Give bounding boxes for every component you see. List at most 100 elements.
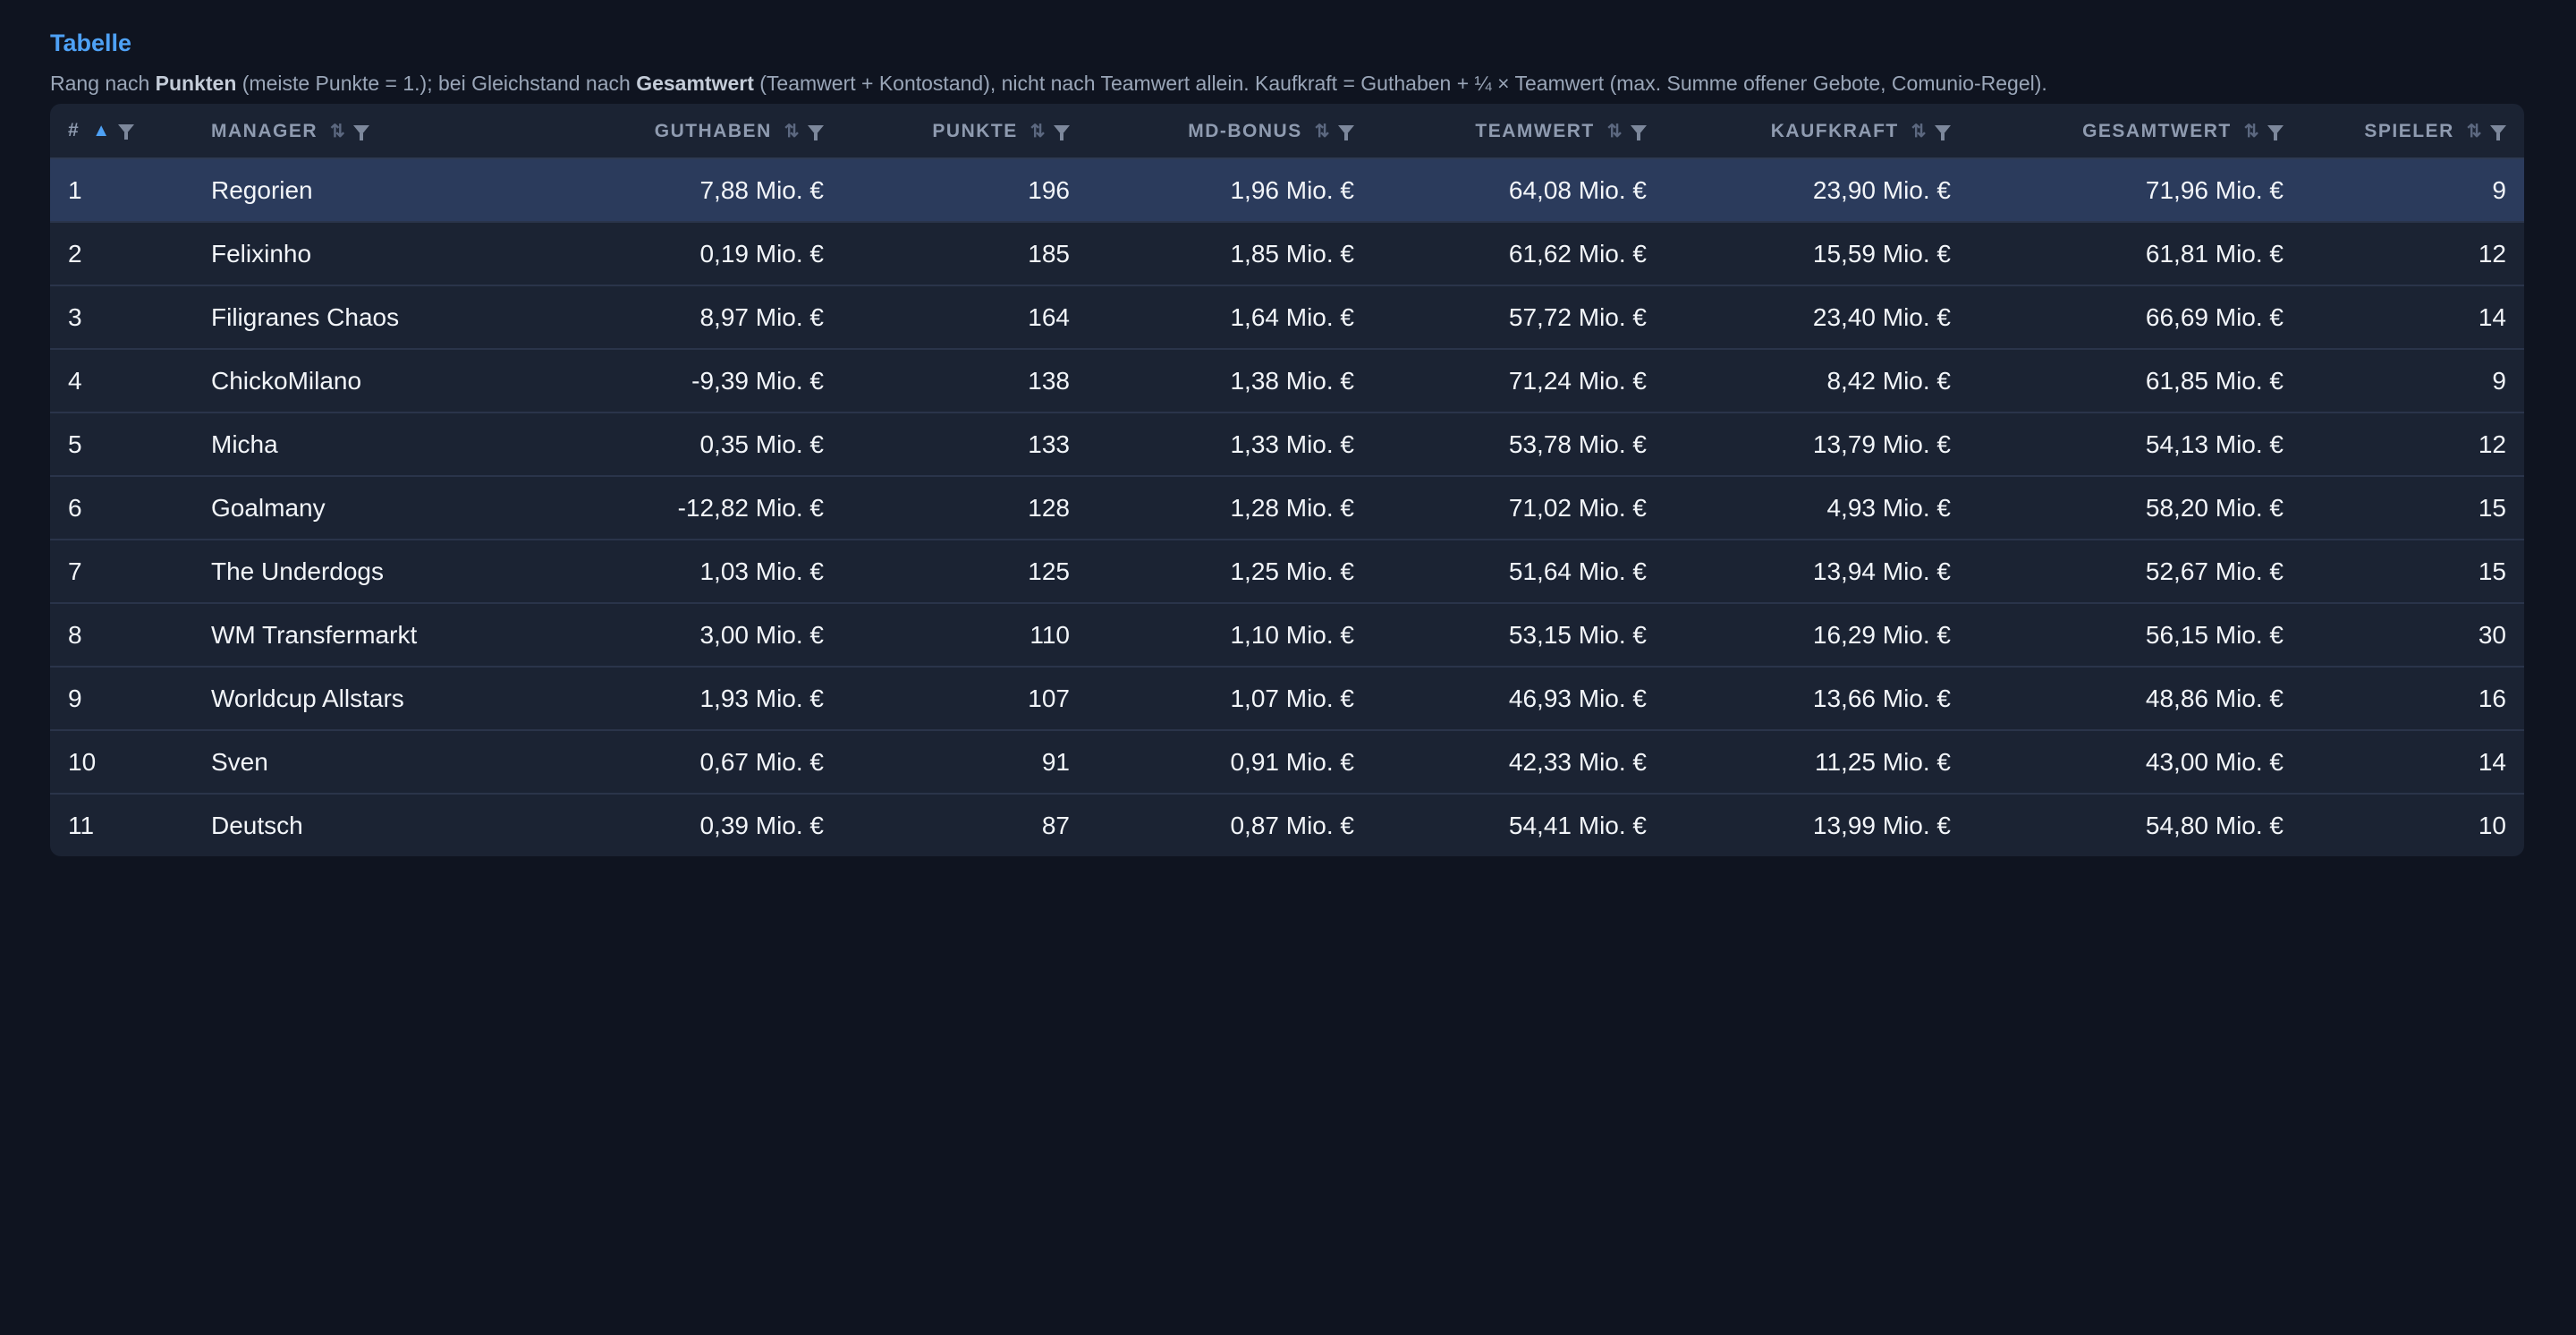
table-row[interactable]: 3 Filigranes Chaos 8,97 Mio. € 164 1,64 … xyxy=(50,285,2524,350)
sort-icon[interactable]: ⇅ xyxy=(1607,120,1623,142)
cell-spieler: 9 xyxy=(2301,349,2524,413)
column-header-gesamtwert[interactable]: GESAMTWERT ⇅ xyxy=(1969,104,2301,159)
filter-icon[interactable] xyxy=(2267,124,2284,140)
column-header-label: GESAMTWERT xyxy=(2082,120,2232,141)
sort-icon[interactable]: ⇅ xyxy=(784,120,801,142)
column-header-label: KAUFKRAFT xyxy=(1770,120,1899,141)
filter-icon[interactable] xyxy=(1338,124,1354,140)
cell-guthaben: 0,19 Mio. € xyxy=(488,222,842,286)
filter-icon[interactable] xyxy=(353,124,370,140)
table-row[interactable]: 6 Goalmany -12,82 Mio. € 128 1,28 Mio. €… xyxy=(50,476,2524,540)
cell-spieler: 12 xyxy=(2301,412,2524,477)
cell-guthaben: 1,03 Mio. € xyxy=(488,540,842,604)
sort-ascending-icon[interactable]: ▲ xyxy=(92,121,111,141)
sort-icon[interactable]: ⇅ xyxy=(2467,120,2483,142)
column-header-spieler[interactable]: SPIELER ⇅ xyxy=(2301,104,2524,159)
cell-gesamtwert: 48,86 Mio. € xyxy=(1969,667,2301,731)
cell-rank: 5 xyxy=(50,412,193,477)
column-header-rank[interactable]: # ▲ xyxy=(50,104,193,159)
table-row[interactable]: 2 Felixinho 0,19 Mio. € 185 1,85 Mio. € … xyxy=(50,222,2524,286)
filter-icon[interactable] xyxy=(2490,124,2506,140)
filter-icon[interactable] xyxy=(1935,124,1951,140)
column-header-label: MANAGER xyxy=(211,120,318,141)
cell-manager: Felixinho xyxy=(193,222,488,286)
cell-guthaben: 0,39 Mio. € xyxy=(699,811,824,839)
cell-mdbonus: 1,38 Mio. € xyxy=(1088,349,1372,413)
desc-bold-2: Gesamtwert xyxy=(636,72,754,95)
cell-manager: Filigranes Chaos xyxy=(193,285,488,350)
cell-rank: 6 xyxy=(50,476,193,540)
sort-icon[interactable]: ⇅ xyxy=(2244,120,2260,142)
cell-gesamtwert: 43,00 Mio. € xyxy=(1969,730,2301,795)
table-body: 1 Regorien 7,88 Mio. € 196 1,96 Mio. € 6… xyxy=(50,158,2524,856)
cell-kaufkraft: 13,94 Mio. € xyxy=(1665,540,1969,604)
column-header-label: # xyxy=(68,120,80,140)
sort-icon[interactable]: ⇅ xyxy=(1911,120,1928,142)
cell-mdbonus: 1,25 Mio. € xyxy=(1088,540,1372,604)
cell-manager: Sven xyxy=(193,730,488,795)
table-row[interactable]: 9 Worldcup Allstars 1,93 Mio. € 107 1,07… xyxy=(50,667,2524,731)
cell-teamwert: 64,08 Mio. € xyxy=(1372,158,1665,223)
desc-text-1: Rang nach xyxy=(50,72,156,95)
sort-icon[interactable]: ⇅ xyxy=(1315,120,1331,142)
cell-kaufkraft: 13,79 Mio. € xyxy=(1665,412,1969,477)
column-header-manager[interactable]: MANAGER ⇅ xyxy=(193,104,488,159)
cell-guthaben: -12,82 Mio. € xyxy=(488,476,842,540)
cell-teamwert: 57,72 Mio. € xyxy=(1372,285,1665,350)
cell-gesamtwert: 61,81 Mio. € xyxy=(1969,222,2301,286)
sort-icon[interactable]: ⇅ xyxy=(330,120,346,142)
desc-bold-1: Punkten xyxy=(155,72,237,95)
cell-kaufkraft: 23,90 Mio. € xyxy=(1665,158,1969,223)
filter-icon[interactable] xyxy=(808,124,824,140)
desc-text-2: (meiste Punkte = 1.); bei Gleichstand na… xyxy=(236,72,637,95)
cell-gesamtwert: 56,15 Mio. € xyxy=(1969,603,2301,668)
cell-mdbonus: 1,85 Mio. € xyxy=(1088,222,1372,286)
cell-punkte: 138 xyxy=(842,349,1088,413)
cell-teamwert: 54,41 Mio. € xyxy=(1508,811,1647,839)
filter-icon[interactable] xyxy=(118,124,135,140)
cell-manager: ChickoMilano xyxy=(193,349,488,413)
table-row[interactable]: 10 Sven 0,67 Mio. € 91 0,91 Mio. € 42,33… xyxy=(50,730,2524,795)
table-row[interactable]: 4 ChickoMilano -9,39 Mio. € 138 1,38 Mio… xyxy=(50,349,2524,413)
cell-gesamtwert: 61,85 Mio. € xyxy=(1969,349,2301,413)
table-row[interactable]: 8 WM Transfermarkt 3,00 Mio. € 110 1,10 … xyxy=(50,603,2524,668)
column-header-kaufkraft[interactable]: KAUFKRAFT ⇅ xyxy=(1665,104,1969,159)
cell-punkte: 185 xyxy=(842,222,1088,286)
cell-mdbonus: 1,64 Mio. € xyxy=(1088,285,1372,350)
table-row[interactable]: 5 Micha 0,35 Mio. € 133 1,33 Mio. € 53,7… xyxy=(50,412,2524,477)
cell-rank: 2 xyxy=(50,222,193,286)
cell-mdbonus: 0,91 Mio. € xyxy=(1088,730,1372,795)
table-row[interactable]: 7 The Underdogs 1,03 Mio. € 125 1,25 Mio… xyxy=(50,540,2524,604)
desc-text-3: (Teamwert + Kontostand), nicht nach Team… xyxy=(753,72,2047,95)
cell-mdbonus: 1,10 Mio. € xyxy=(1088,603,1372,668)
filter-icon[interactable] xyxy=(1631,124,1647,140)
cell-punkte: 128 xyxy=(842,476,1088,540)
table-row[interactable]: 1 Regorien 7,88 Mio. € 196 1,96 Mio. € 6… xyxy=(50,158,2524,223)
cell-mdbonus: 1,28 Mio. € xyxy=(1088,476,1372,540)
cell-teamwert: 71,02 Mio. € xyxy=(1372,476,1665,540)
column-header-teamwert[interactable]: TEAMWERT ⇅ xyxy=(1372,104,1665,159)
table-header: # ▲ MANAGER ⇅ GUTHABEN ⇅ PUNKTE ⇅ MD-BONUS ⇅ … xyxy=(50,104,2524,159)
cell-mdbonus: 1,96 Mio. € xyxy=(1088,158,1372,223)
cell-rank: 11 xyxy=(68,811,95,839)
column-header-guthaben[interactable]: GUTHABEN ⇅ xyxy=(488,104,842,159)
cell-manager: Deutsch xyxy=(211,811,303,839)
column-header-label: PUNKTE xyxy=(932,120,1018,141)
column-header-punkte[interactable]: PUNKTE ⇅ xyxy=(842,104,1088,159)
table-row[interactable]: 11 Deutsch 0,39 Mio. € 87 0,87 Mio. € 54… xyxy=(50,794,2524,856)
cell-teamwert: 53,78 Mio. € xyxy=(1372,412,1665,477)
filter-icon[interactable] xyxy=(1054,124,1070,140)
cell-manager: WM Transfermarkt xyxy=(193,603,488,668)
column-header-label: MD-BONUS xyxy=(1188,120,1302,141)
column-header-label: GUTHABEN xyxy=(654,120,772,141)
standings-table-container: # ▲ MANAGER ⇅ GUTHABEN ⇅ PUNKTE ⇅ MD-BONUS ⇅ … xyxy=(50,104,2524,856)
sort-icon[interactable]: ⇅ xyxy=(1030,120,1046,142)
cell-spieler: 14 xyxy=(2301,730,2524,795)
cell-rank: 4 xyxy=(50,349,193,413)
cell-rank: 9 xyxy=(50,667,193,731)
column-header-mdbonus[interactable]: MD-BONUS ⇅ xyxy=(1088,104,1372,159)
cell-gesamtwert: 54,80 Mio. € xyxy=(2145,811,2284,839)
cell-rank: 1 xyxy=(50,158,193,223)
cell-spieler: 16 xyxy=(2301,667,2524,731)
cell-punkte: 107 xyxy=(842,667,1088,731)
